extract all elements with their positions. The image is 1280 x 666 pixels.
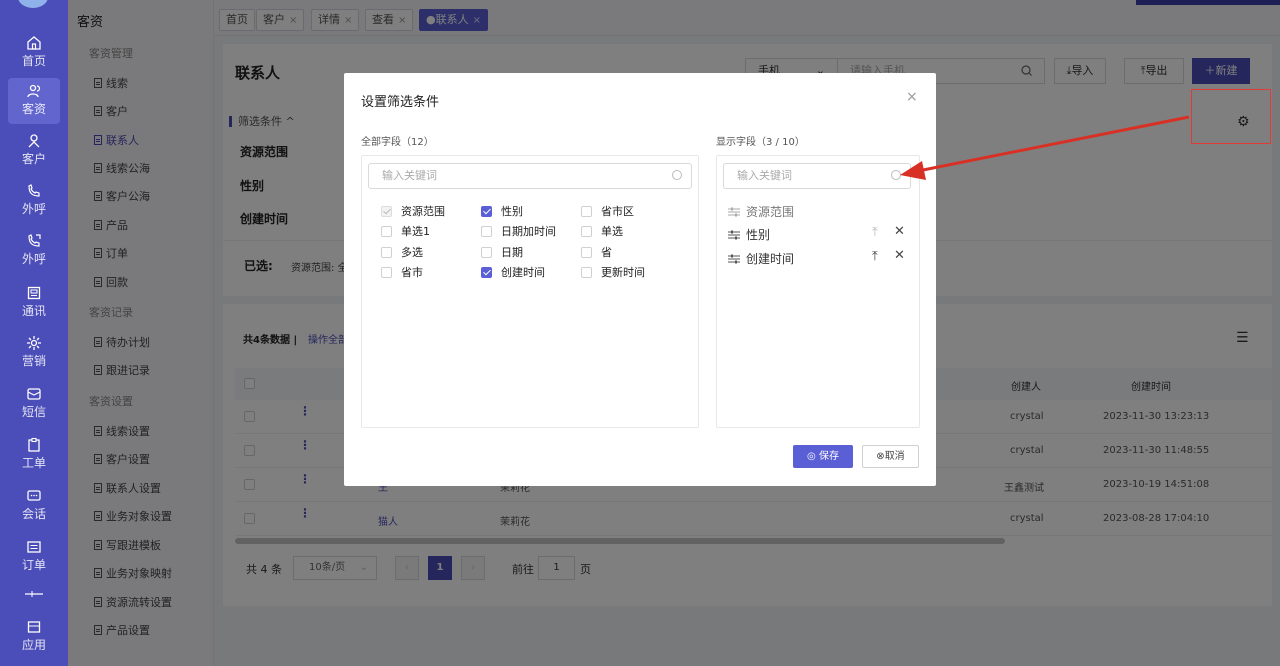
annotation-arrow <box>900 115 1190 180</box>
